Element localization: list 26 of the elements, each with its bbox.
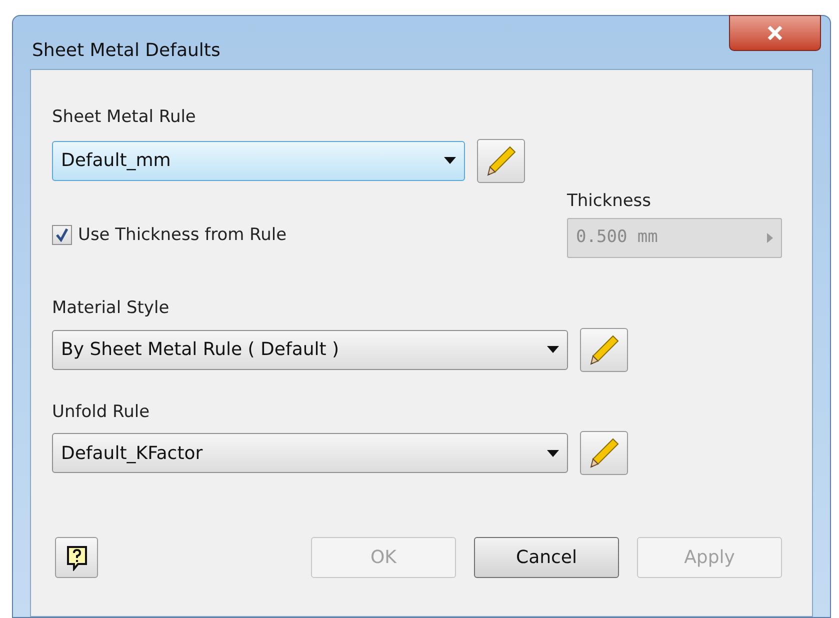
close-button[interactable] <box>729 15 821 51</box>
caret-icon <box>547 450 559 456</box>
dropdown[interactable]: Default_KFactor <box>52 433 568 473</box>
help-button[interactable] <box>55 537 98 578</box>
edit-button[interactable] <box>477 138 525 182</box>
dropdown[interactable]: Default_mm <box>52 140 465 180</box>
dropdown[interactable]: By Sheet Metal Rule ( Default ) <box>52 330 568 370</box>
pencil-icon <box>486 144 516 176</box>
caret-icon <box>444 157 456 164</box>
check-icon <box>55 228 69 242</box>
window-title: Sheet Metal Defaults <box>32 39 220 63</box>
arrow-icon <box>767 233 773 243</box>
checkbox-label: Use Thickness from Rule <box>78 224 287 246</box>
field-label: Material Style <box>52 297 170 320</box>
edit-button[interactable] <box>580 328 628 372</box>
pencil-icon <box>589 334 619 366</box>
edit-button[interactable] <box>580 431 628 475</box>
pencil-icon <box>589 437 619 469</box>
field-label: Thickness <box>567 190 652 212</box>
caret-icon <box>547 346 559 353</box>
dialog-button[interactable]: Cancel <box>474 537 619 578</box>
checkbox[interactable] <box>52 225 72 246</box>
field-label: Unfold Rule <box>52 400 151 424</box>
close-icon <box>767 26 783 40</box>
field-label: Sheet Metal Rule <box>52 106 197 129</box>
help-icon <box>64 544 88 570</box>
